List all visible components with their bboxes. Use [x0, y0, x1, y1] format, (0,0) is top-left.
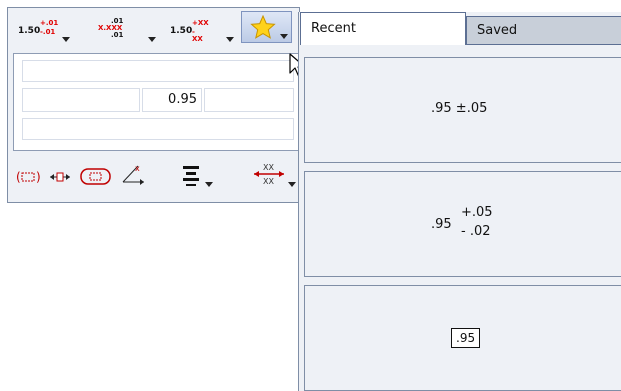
- favorites-popup: Recent Saved .95 ±.05 .95 +.05 - .02 .95: [298, 12, 621, 391]
- dimension-position-button[interactable]: XX XX: [252, 160, 298, 188]
- tolerance-upper: +XX: [192, 19, 209, 27]
- tolerance-base-value: 1.50: [170, 26, 193, 36]
- svg-text:x: x: [135, 164, 140, 173]
- tab-saved-label: Saved: [477, 23, 518, 38]
- star-icon: [250, 15, 276, 39]
- tolerance-upper: +.01: [40, 19, 59, 27]
- prefix-field[interactable]: [22, 88, 140, 112]
- precision-bottom: .01: [111, 31, 124, 39]
- dimension-angle-icon[interactable]: x: [120, 162, 146, 186]
- parentheses-dimension-icon[interactable]: ( ): [16, 169, 42, 185]
- chevron-down-icon[interactable]: [226, 37, 234, 42]
- tolerance-fields: 0.95: [13, 53, 300, 151]
- favorites-button[interactable]: [241, 11, 292, 43]
- nominal-value: 0.95: [168, 92, 197, 107]
- recent-item-text: .95 ±.05: [431, 101, 488, 116]
- precision-button[interactable]: .01 X.XXX .01: [96, 16, 156, 44]
- nominal-value-field[interactable]: 0.95: [142, 88, 202, 112]
- tolerance-editor-panel: 1.50 +.01 -.01 .01 X.XXX .01 1.50 +XX -X…: [7, 7, 300, 203]
- symmetric-tolerance-button[interactable]: 1.50 +.01 -.01: [16, 16, 74, 44]
- tolerance-lower: -.01: [40, 28, 56, 36]
- recent-item[interactable]: .95: [304, 285, 621, 391]
- tab-saved[interactable]: Saved: [466, 16, 621, 45]
- svg-text:): ): [36, 170, 41, 184]
- tab-divider: [466, 44, 621, 45]
- recent-item-upper: +.05: [461, 205, 493, 220]
- justify-button[interactable]: [180, 164, 220, 188]
- deviation-tolerance-button[interactable]: 1.50 +XX -XX: [168, 16, 236, 44]
- lower-text-field[interactable]: [22, 118, 294, 140]
- reference-dimension-icon[interactable]: [48, 169, 72, 185]
- upper-text-field[interactable]: [22, 60, 294, 82]
- tab-recent-label: Recent: [311, 21, 356, 36]
- tab-recent[interactable]: Recent: [300, 12, 466, 45]
- suffix-field[interactable]: [204, 88, 294, 112]
- recent-item[interactable]: .95 +.05 - .02: [304, 171, 621, 277]
- svg-text:XX: XX: [263, 177, 274, 186]
- svg-text:(: (: [16, 170, 21, 184]
- recent-item-base: .95: [431, 217, 452, 232]
- chevron-down-icon[interactable]: [62, 37, 70, 42]
- tolerance-base-value: 1.50: [18, 26, 41, 36]
- format-toolbar: ( ) x XX XX: [8, 158, 301, 198]
- inspection-dimension-icon[interactable]: [80, 168, 112, 186]
- chevron-down-icon[interactable]: [148, 37, 156, 42]
- tolerance-lower: -XX: [192, 28, 203, 43]
- recent-item-lower: - .02: [461, 224, 491, 239]
- recent-item-basic-dimension: .95: [451, 328, 481, 348]
- svg-text:XX: XX: [263, 163, 274, 172]
- chevron-down-icon[interactable]: [280, 34, 288, 39]
- recent-item[interactable]: .95 ±.05: [304, 57, 621, 163]
